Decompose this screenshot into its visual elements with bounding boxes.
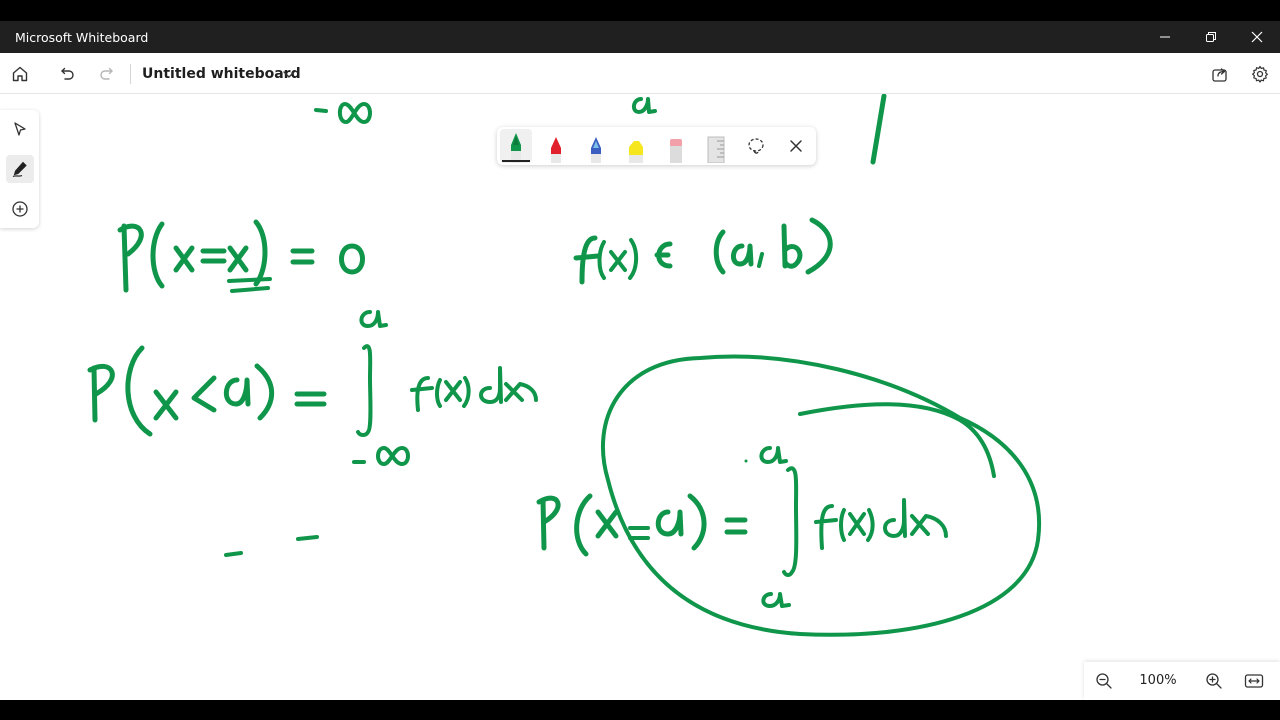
ink-tool-button[interactable]: [6, 155, 34, 183]
yellow-highlighter-button[interactable]: [620, 129, 652, 163]
ruler-icon: [707, 136, 725, 163]
ink-layer[interactable]: [0, 94, 1280, 700]
ink-top-lower-limit: [314, 102, 372, 124]
plus-circle-icon: [12, 201, 28, 217]
settings-gear-icon: [1252, 65, 1268, 83]
ink-top-upper-limit: [632, 97, 657, 114]
letterbox-bottom: [0, 700, 1280, 720]
eraser-button[interactable]: [660, 129, 692, 163]
app-title: Microsoft Whiteboard: [15, 30, 149, 45]
green-pen-button[interactable]: [500, 129, 532, 163]
home-icon: [12, 66, 28, 82]
blue-pen-button[interactable]: [580, 129, 612, 163]
undo-button[interactable]: [54, 61, 80, 87]
fit-to-screen-icon: [1244, 674, 1264, 688]
zoom-in-icon: [1206, 673, 1222, 689]
zoom-out-button[interactable]: [1094, 671, 1114, 691]
add-tool-button[interactable]: [6, 195, 34, 223]
chevron-down-icon[interactable]: [280, 65, 298, 83]
left-tool-rail: [0, 110, 39, 228]
ink-formula-1: [117, 219, 365, 293]
red-pen-button[interactable]: [540, 129, 572, 163]
undo-icon: [61, 67, 74, 80]
close-icon: [1251, 31, 1263, 43]
window-titlebar: Microsoft Whiteboard: [0, 21, 1280, 53]
pointer-arrow-icon: [14, 122, 26, 136]
redo-icon: [100, 67, 113, 80]
selected-pen-underline: [502, 160, 530, 162]
ink-formula-2: [87, 310, 538, 466]
ink-formula-3: [573, 217, 833, 285]
zoom-level: 100%: [1139, 673, 1177, 688]
restore-button[interactable]: [1188, 21, 1234, 53]
share-button[interactable]: [1207, 61, 1233, 87]
lasso-select-button[interactable]: [740, 129, 772, 163]
app-toolbar: Untitled whiteboard: [0, 53, 1280, 94]
yellow-highlighter-icon: [629, 141, 643, 163]
pen-icon: [12, 161, 27, 178]
board-title[interactable]: Untitled whiteboard: [142, 66, 301, 82]
settings-button[interactable]: [1247, 61, 1273, 87]
letterbox-top: [0, 0, 1280, 21]
minimize-button[interactable]: [1142, 21, 1188, 53]
toolbar-divider: [130, 64, 131, 84]
home-button[interactable]: [7, 61, 33, 87]
whiteboard-canvas[interactable]: [0, 94, 1280, 700]
red-pen-icon: [551, 137, 561, 163]
redo-button[interactable]: [94, 61, 120, 87]
zoom-in-button[interactable]: [1204, 671, 1224, 691]
eraser-icon: [670, 139, 682, 163]
ink-dash-2: [296, 535, 319, 541]
green-pen-icon: [511, 133, 521, 163]
select-tool-button[interactable]: [6, 115, 34, 143]
zoom-controls: 100%: [1084, 662, 1280, 700]
share-icon: [1212, 68, 1227, 82]
minimize-icon: [1160, 36, 1170, 38]
close-tray-button[interactable]: [780, 129, 812, 163]
zoom-out-icon: [1096, 673, 1112, 689]
fit-to-screen-button[interactable]: [1244, 671, 1264, 691]
ruler-button[interactable]: [700, 129, 732, 163]
ink-formula-4: [536, 354, 1042, 637]
pen-tray: [497, 127, 816, 165]
blue-pen-icon: [591, 137, 601, 163]
lasso-select-icon: [748, 138, 764, 154]
restore-icon: [1206, 32, 1216, 42]
ink-stroke-fragment: [870, 94, 887, 165]
close-icon: [790, 140, 802, 152]
ink-dash-1: [224, 551, 243, 557]
close-window-button[interactable]: [1234, 21, 1280, 53]
